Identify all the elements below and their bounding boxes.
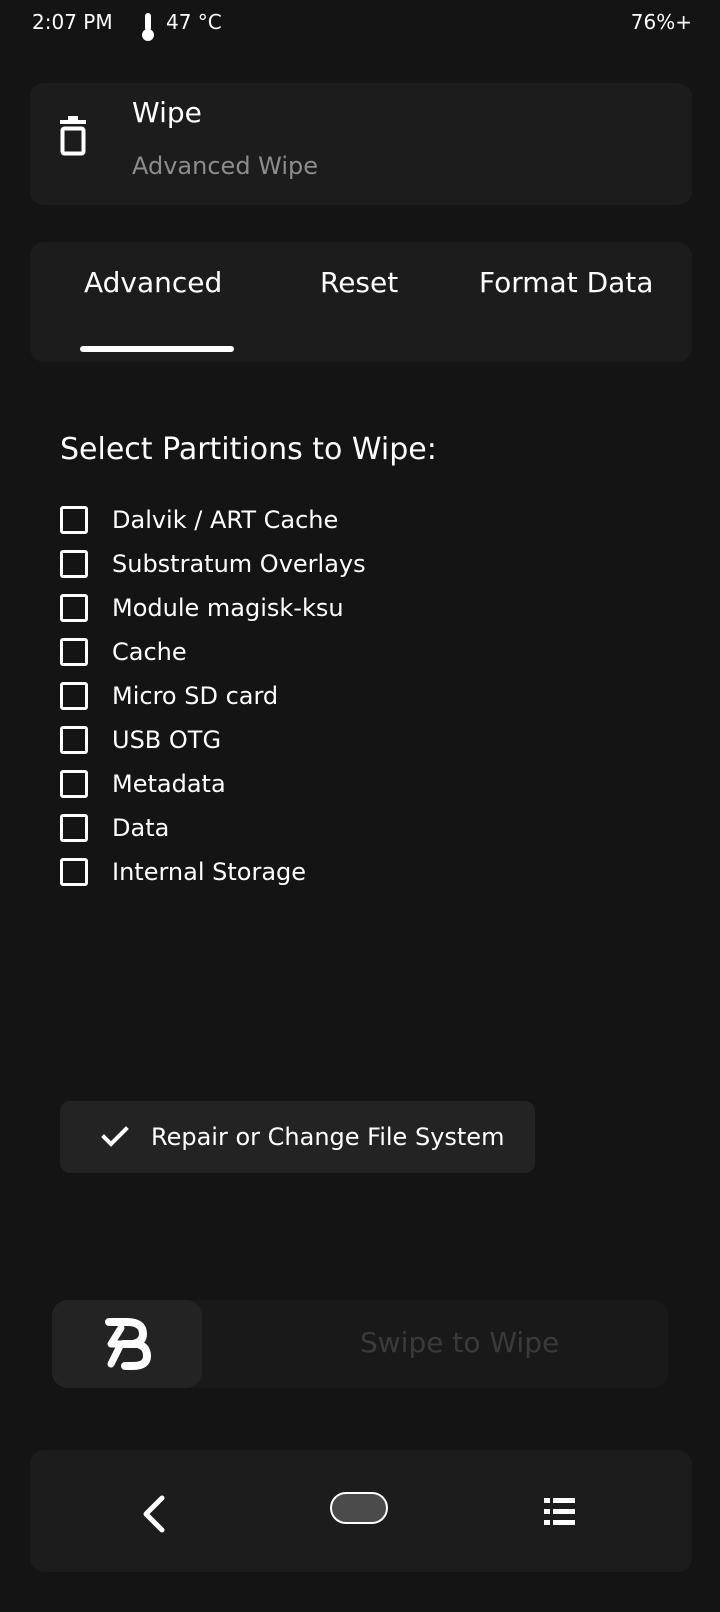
- home-pill-icon[interactable]: [330, 1492, 388, 1524]
- partition-row-data[interactable]: Data: [60, 810, 169, 846]
- section-heading: Select Partitions to Wipe:: [60, 432, 437, 467]
- partition-row-usb-otg[interactable]: USB OTG: [60, 722, 221, 758]
- swipe-label: Swipe to Wipe: [360, 1326, 560, 1359]
- partition-row-cache[interactable]: Cache: [60, 634, 187, 670]
- partition-label: Substratum Overlays: [112, 550, 366, 578]
- status-temperature: 47 °C: [166, 10, 222, 34]
- tab-advanced[interactable]: Advanced: [84, 266, 222, 299]
- partition-label: Data: [112, 814, 170, 842]
- trash-icon: [60, 116, 86, 156]
- page-title: Wipe: [132, 96, 202, 129]
- checkbox[interactable]: [60, 858, 88, 886]
- checkbox[interactable]: [60, 594, 88, 622]
- partition-label: Micro SD card: [112, 682, 279, 710]
- tab-reset[interactable]: Reset: [320, 266, 398, 299]
- checkbox[interactable]: [60, 770, 88, 798]
- partition-row-internal-storage[interactable]: Internal Storage: [60, 854, 306, 890]
- header-card: [30, 83, 692, 205]
- checkbox[interactable]: [60, 506, 88, 534]
- checkbox[interactable]: [60, 682, 88, 710]
- status-time: 2:07 PM: [32, 10, 113, 34]
- partition-label: Module magisk-ksu: [112, 594, 344, 622]
- checkbox[interactable]: [60, 550, 88, 578]
- check-icon: [101, 1126, 129, 1147]
- active-tab-indicator: [80, 346, 234, 352]
- partition-row-magisk[interactable]: Module magisk-ksu: [60, 590, 344, 626]
- tab-format-data[interactable]: Format Data: [479, 266, 653, 299]
- swipe-handle[interactable]: [52, 1300, 202, 1388]
- partition-row-microsd[interactable]: Micro SD card: [60, 678, 278, 714]
- repair-button-label: Repair or Change File System: [151, 1123, 505, 1151]
- partition-label: Metadata: [112, 770, 226, 798]
- repair-file-system-button[interactable]: Repair or Change File System: [60, 1101, 535, 1173]
- partition-label: USB OTG: [112, 726, 222, 754]
- status-battery: 76%+: [630, 10, 692, 34]
- app-logo-icon: [105, 1318, 151, 1370]
- partition-label: Dalvik / ART Cache: [112, 506, 339, 534]
- thermometer-icon: [142, 13, 154, 41]
- checkbox[interactable]: [60, 638, 88, 666]
- partition-label: Cache: [112, 638, 187, 666]
- partition-row-metadata[interactable]: Metadata: [60, 766, 226, 802]
- back-chevron-icon[interactable]: [138, 1492, 172, 1536]
- checkbox[interactable]: [60, 814, 88, 842]
- partition-row-substratum[interactable]: Substratum Overlays: [60, 546, 366, 582]
- partition-label: Internal Storage: [112, 858, 307, 886]
- checkbox[interactable]: [60, 726, 88, 754]
- partition-row-dalvik[interactable]: Dalvik / ART Cache: [60, 502, 338, 538]
- list-menu-icon[interactable]: [544, 1496, 576, 1528]
- tab-bar: [30, 242, 692, 362]
- page-subtitle: Advanced Wipe: [132, 152, 319, 180]
